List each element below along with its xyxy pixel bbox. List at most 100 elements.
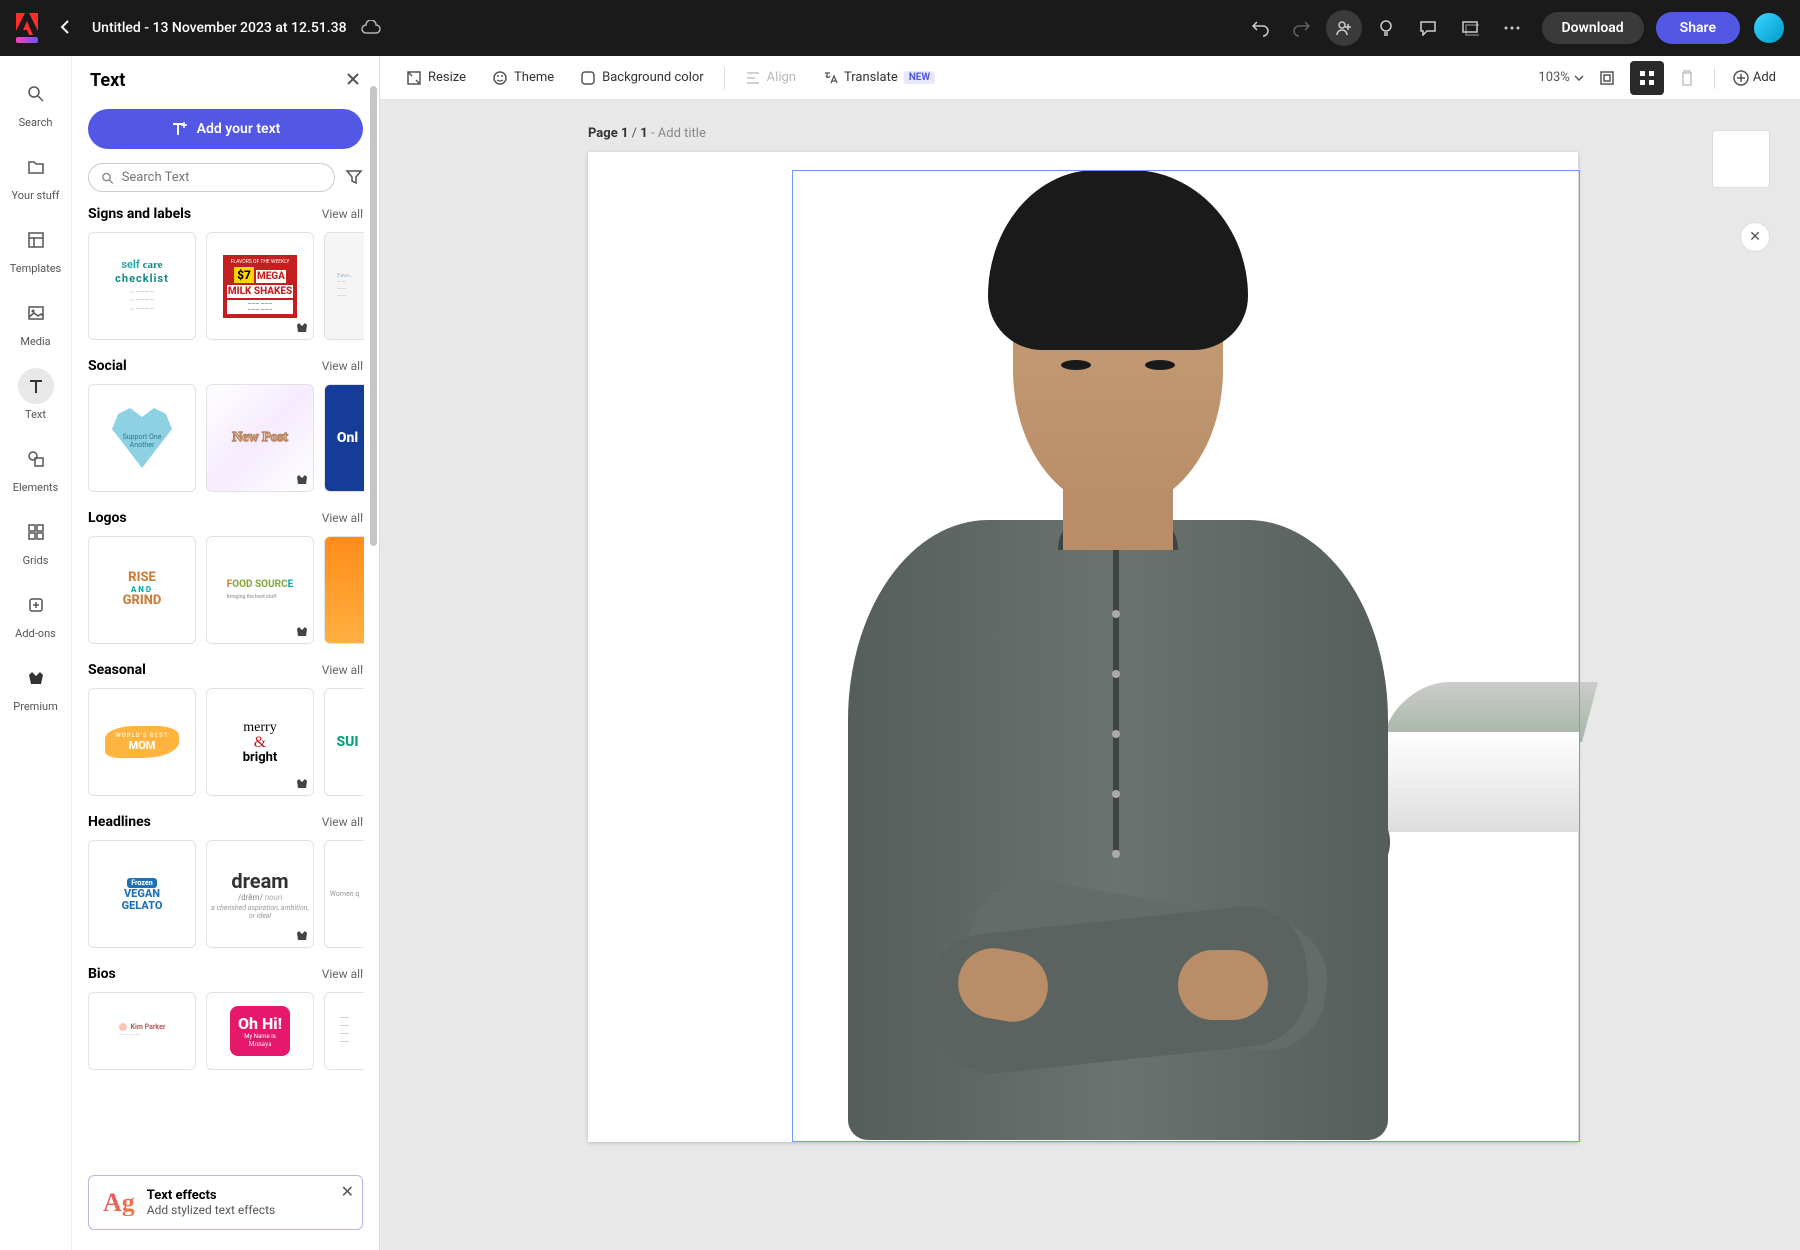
- download-button[interactable]: Download: [1542, 12, 1644, 44]
- rail-label: Your stuff: [11, 189, 59, 202]
- template-new-post[interactable]: New Post: [206, 384, 314, 492]
- rail-item-media[interactable]: Media: [0, 287, 71, 360]
- delete-icon[interactable]: [1670, 61, 1704, 95]
- rail-item-your-stuff[interactable]: Your stuff: [0, 141, 71, 214]
- fx-close-icon[interactable]: ✕: [341, 1182, 354, 1201]
- add-text-button[interactable]: Add your text: [88, 109, 363, 149]
- view-all-headlines[interactable]: View all: [322, 815, 363, 829]
- rail-label: Add-ons: [15, 627, 56, 640]
- panel-scrollbar[interactable]: [367, 56, 379, 1250]
- artboard[interactable]: [588, 152, 1578, 1142]
- rail-label: Templates: [10, 262, 61, 275]
- align-icon: [745, 70, 761, 86]
- present-icon[interactable]: [1452, 10, 1488, 46]
- lightbulb-icon[interactable]: [1368, 10, 1404, 46]
- panel-title: Text: [90, 70, 125, 91]
- document-title[interactable]: Untitled - 13 November 2023 at 12.51.38: [92, 20, 347, 36]
- text-icon: [18, 368, 54, 404]
- view-all-logos[interactable]: View all: [322, 511, 363, 525]
- close-pages-icon[interactable]: ✕: [1740, 222, 1770, 252]
- comment-icon[interactable]: [1410, 10, 1446, 46]
- rail-item-elements[interactable]: Elements: [0, 433, 71, 506]
- search-icon: [18, 76, 54, 112]
- canvas-image-person[interactable]: [808, 170, 1448, 1142]
- template-milkshake[interactable]: FLAVORS OF THE WEEKLY$7 MEGAMILK SHAKES—…: [206, 232, 314, 340]
- panel-close-icon[interactable]: [345, 71, 361, 91]
- background-color-button[interactable]: Background color: [570, 64, 714, 92]
- view-all-seasonal[interactable]: View all: [322, 663, 363, 677]
- theme-icon: [492, 70, 508, 86]
- panel-scroll[interactable]: Signs and labelsView all self carecheckl…: [72, 206, 379, 1250]
- undo-icon[interactable]: [1242, 10, 1278, 46]
- canvas-area: Resize Theme Background color Align Tran…: [380, 56, 1800, 1250]
- template-bio-kim[interactable]: Kim Parker————: [88, 992, 196, 1070]
- view-all-signs[interactable]: View all: [322, 207, 363, 221]
- template-support-heart[interactable]: Support One Another: [88, 384, 196, 492]
- template-signs-3[interactable]: Favo..——————: [324, 232, 364, 340]
- rail-label: Grids: [23, 554, 49, 567]
- grids-icon: [18, 514, 54, 550]
- view-all-bios[interactable]: View all: [322, 967, 363, 981]
- page-thumbnail[interactable]: [1712, 130, 1770, 188]
- template-logos-3[interactable]: [324, 536, 364, 644]
- rail-label: Media: [20, 335, 50, 348]
- template-oh-hi[interactable]: Oh Hi!My Name isMonaya: [206, 992, 314, 1070]
- zoom-selector[interactable]: 103%: [1538, 70, 1583, 85]
- template-food-source[interactable]: FFOOD SOURCEOOD SOURCEbringing the best …: [206, 536, 314, 644]
- redo-icon[interactable]: [1284, 10, 1320, 46]
- fx-ag-icon: Ag: [103, 1190, 135, 1216]
- category-headlines-title: Headlines: [88, 814, 151, 830]
- view-all-social[interactable]: View all: [322, 359, 363, 373]
- addons-icon: [18, 587, 54, 623]
- rail-item-search[interactable]: Search: [0, 68, 71, 141]
- rail-item-grids[interactable]: Grids: [0, 506, 71, 579]
- premium-icon: [18, 660, 54, 696]
- rail-item-text[interactable]: Text: [0, 360, 71, 433]
- user-avatar[interactable]: [1754, 13, 1784, 43]
- chevron-down-icon: [1574, 75, 1584, 81]
- rail-label: Text: [25, 408, 46, 421]
- template-worlds-best-mom[interactable]: WORLD'S BESTMOM: [88, 688, 196, 796]
- translate-icon: [822, 70, 838, 86]
- more-menu-icon[interactable]: [1494, 10, 1530, 46]
- left-nav-rail: Search Your stuff Templates Media Text E…: [0, 56, 72, 1250]
- template-vegan-gelato[interactable]: FrozenVEGANGELATO: [88, 840, 196, 948]
- fx-subtitle: Add stylized text effects: [147, 1203, 275, 1217]
- template-rise-grind[interactable]: RISEANDGRIND: [88, 536, 196, 644]
- fx-title: Text effects: [147, 1188, 275, 1203]
- premium-badge-icon: [295, 625, 309, 639]
- category-bios-title: Bios: [88, 966, 116, 982]
- premium-badge-icon: [295, 929, 309, 943]
- template-dream[interactable]: dream/drēm/ nouna cherished aspiration, …: [206, 840, 314, 948]
- back-chevron-icon[interactable]: [52, 15, 78, 42]
- template-social-3[interactable]: Onl: [324, 384, 364, 492]
- page-info[interactable]: Page 1 / 1 - Add title: [588, 126, 706, 141]
- rail-item-templates[interactable]: Templates: [0, 214, 71, 287]
- template-seasonal-3[interactable]: SUI: [324, 688, 364, 796]
- add-page-button[interactable]: Add: [1725, 66, 1784, 90]
- share-button[interactable]: Share: [1656, 12, 1740, 44]
- theme-button[interactable]: Theme: [482, 64, 564, 92]
- app-topbar: Untitled - 13 November 2023 at 12.51.38 …: [0, 0, 1800, 56]
- divider: [1714, 67, 1715, 89]
- translate-button[interactable]: TranslateNEW: [812, 64, 945, 92]
- canvas-stage[interactable]: Page 1 / 1 - Add title ✕: [380, 100, 1800, 1250]
- text-effects-card[interactable]: ✕ Ag Text effects Add stylized text effe…: [88, 1175, 363, 1230]
- resize-button[interactable]: Resize: [396, 64, 476, 92]
- rail-item-addons[interactable]: Add-ons: [0, 579, 71, 652]
- rail-item-premium[interactable]: Premium: [0, 652, 71, 725]
- search-text-input[interactable]: [88, 163, 335, 192]
- adobe-express-logo-icon[interactable]: [16, 13, 38, 43]
- template-merry-bright[interactable]: merry&bright: [206, 688, 314, 796]
- cloud-sync-icon[interactable]: [361, 19, 381, 38]
- invite-user-icon[interactable]: [1326, 10, 1362, 46]
- snap-tool-icon[interactable]: [1630, 61, 1664, 95]
- template-bios-3[interactable]: ————————: [324, 992, 364, 1070]
- search-text-field[interactable]: [122, 170, 322, 185]
- filter-icon[interactable]: [345, 168, 363, 188]
- resize-icon: [406, 70, 422, 86]
- rail-label: Search: [19, 116, 53, 129]
- artboard-tool-icon[interactable]: [1590, 61, 1624, 95]
- template-self-care[interactable]: self carechecklist○ ————○ ————○ ————: [88, 232, 196, 340]
- template-headlines-3[interactable]: Women q: [324, 840, 364, 948]
